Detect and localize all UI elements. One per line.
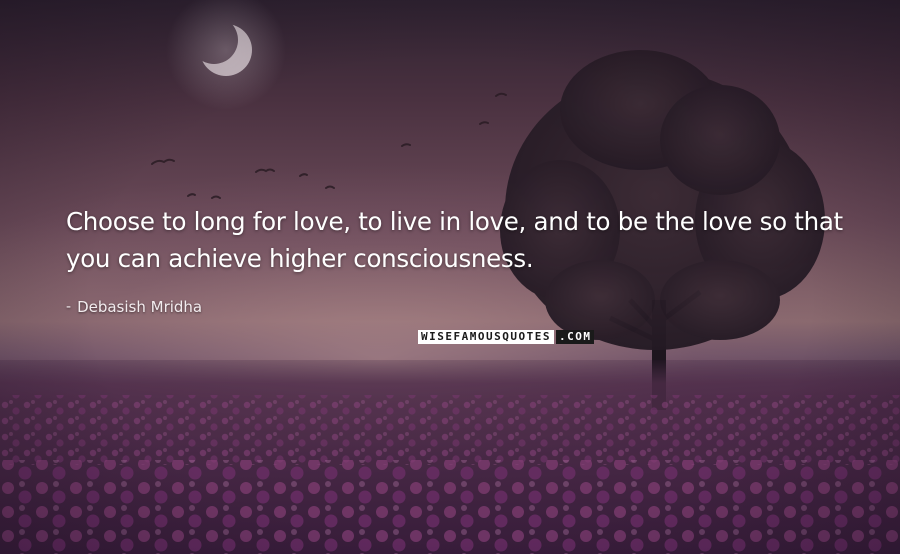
author-dash: -	[66, 299, 72, 315]
vignette-overlay	[0, 0, 900, 554]
watermark-brand-name: WISEFAMOUSQUOTES	[418, 330, 554, 344]
quote-text: Choose to long for love, to live in love…	[66, 207, 843, 273]
author-name: Debasish Mridha	[77, 298, 203, 316]
wisefamousquotes-watermark: WISEFAMOUSQUOTES .COM	[418, 330, 595, 344]
quote-author: - Debasish Mridha	[66, 298, 202, 316]
watermark-domain: .COM	[555, 330, 595, 344]
quote-image: Choose to long for love, to live in love…	[0, 0, 900, 554]
